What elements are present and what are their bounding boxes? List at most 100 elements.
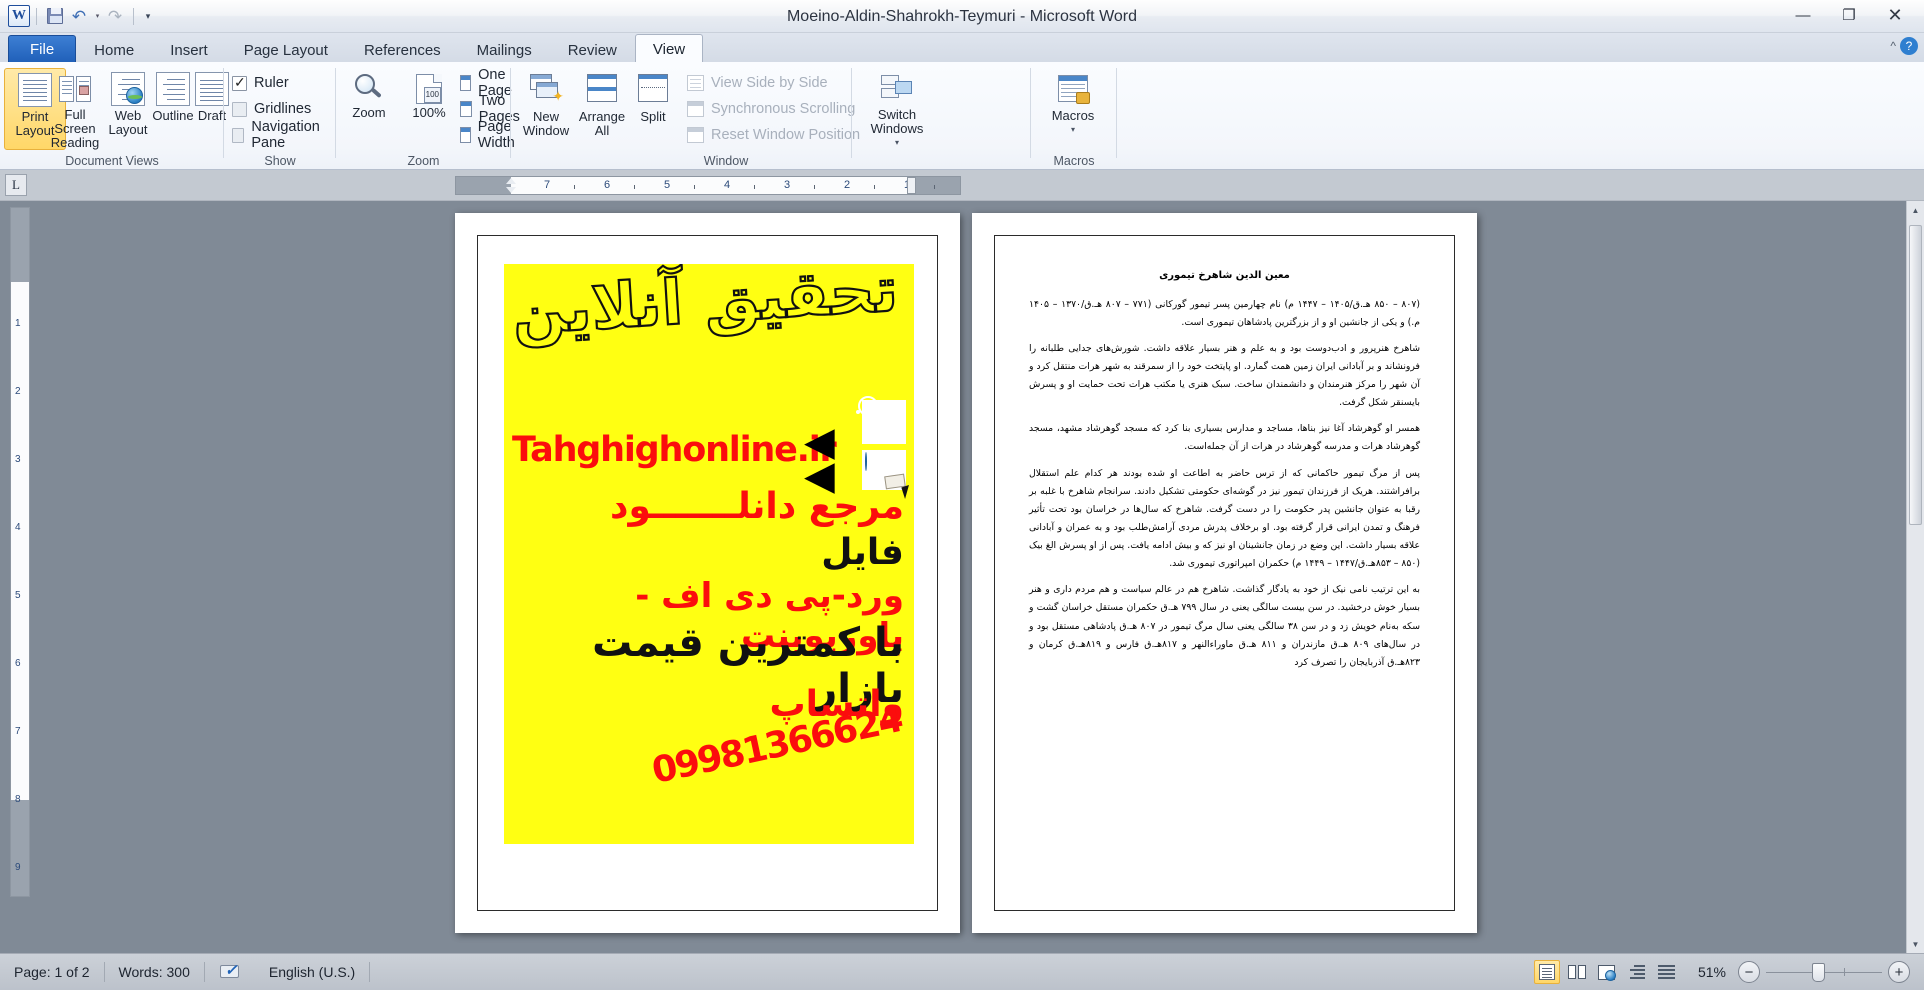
right-indent-marker[interactable] [907, 177, 916, 194]
switch-windows-label-line2: Windows [870, 121, 924, 136]
split-button[interactable]: Split [631, 68, 675, 150]
zoom-slider-track[interactable] [1766, 961, 1882, 983]
reset-window-position-button[interactable]: Reset Window Position [687, 124, 860, 145]
tab-review[interactable]: Review [550, 36, 635, 63]
vruler-number-7: 7 [15, 726, 21, 737]
tab-mailings[interactable]: Mailings [459, 36, 550, 63]
document-canvas: 1 2 3 4 5 6 7 8 9 تحقیق آنلاین Tahghigho… [0, 201, 1924, 953]
page-indicator[interactable]: Page: 1 of 2 [0, 960, 104, 984]
ad-line-1: مرجع دانلـــــــود [610, 486, 904, 527]
title-bar: W ↶ ▾ ↷ ▾ Moeino-Aldin-Shahrokh-Teymuri … [0, 0, 1924, 33]
macros-icon [1058, 75, 1090, 104]
document-paragraph: به این ترتیب نامی نیک از خود به یادگار گ… [1029, 584, 1421, 668]
scrollbar-thumb[interactable] [1909, 225, 1922, 525]
arrange-all-button[interactable]: Arrange All [573, 68, 631, 150]
navigation-pane-checkbox[interactable] [232, 127, 245, 143]
zoom-slider-thumb[interactable] [1812, 963, 1825, 982]
zoom-100-label: 100% [412, 105, 446, 120]
document-paragraph: پس از مرگ تیمور حاکمانی که از ترس حاضر ب… [1029, 467, 1420, 570]
scroll-up-button[interactable]: ▲ [1907, 201, 1924, 219]
zoom-out-button[interactable]: − [1738, 961, 1760, 983]
gridlines-checkbox[interactable] [232, 101, 247, 117]
status-bar: Page: 1 of 2 Words: 300 ✓ English (U.S.)… [0, 953, 1924, 990]
ruler-checkbox-row[interactable]: Ruler [232, 72, 289, 94]
switch-windows-button[interactable]: Switch Windows ▾ [861, 68, 933, 150]
page-1-border: تحقیق آنلاین Tahghighonline.ir ◀ ◀ مرجع … [477, 235, 938, 911]
full-screen-reading-button[interactable]: Full Screen Reading [44, 68, 106, 150]
ruler-number-6: 6 [604, 179, 611, 191]
document-paragraph: همسر او گوهرشاد آغا نیز بناها، مساجد و م… [1029, 423, 1420, 453]
minimize-button[interactable]: — [1780, 2, 1826, 28]
help-button[interactable]: ? [1900, 37, 1918, 55]
page-2-border: معین الدین شاهرخ تیموری (۸۰۷ – ۸۵۰ هـ.ق/… [994, 235, 1455, 911]
document-text-body[interactable]: معین الدین شاهرخ تیموری (۸۰۷ – ۸۵۰ هـ.ق/… [1029, 266, 1420, 880]
zoom-level-label[interactable]: 51% [1682, 964, 1738, 980]
zoom-100-badge: 100 [423, 87, 441, 103]
ribbon-group-show: Ruler Gridlines Navigation Pane Show [224, 62, 336, 170]
reset-window-position-label: Reset Window Position [711, 126, 861, 143]
macros-button[interactable]: Macros ▾ [1041, 68, 1105, 150]
gridlines-label: Gridlines [254, 101, 312, 117]
arrange-all-label-line1: Arrange [578, 109, 626, 124]
tab-insert[interactable]: Insert [152, 36, 226, 63]
vruler-number-2: 2 [15, 386, 21, 397]
ruler-checkbox[interactable] [232, 74, 247, 91]
window-title: Moeino-Aldin-Shahrokh-Teymuri - Microsof… [786, 8, 1138, 25]
web-layout-button[interactable]: Web Layout [102, 68, 154, 150]
scroll-down-button[interactable]: ▼ [1907, 935, 1924, 953]
document-page-2[interactable]: معین الدین شاهرخ تیموری (۸۰۷ – ۸۵۰ هـ.ق/… [972, 213, 1477, 933]
outline-view-icon [1628, 965, 1646, 979]
first-line-indent-marker[interactable] [506, 178, 516, 184]
gridlines-checkbox-row[interactable]: Gridlines [232, 98, 311, 120]
ribbon-group-zoom: Zoom 100 100% One Page Two Pages Page Wi… [336, 62, 519, 170]
web-layout-view-button[interactable] [1594, 960, 1620, 984]
collapse-ribbon-button[interactable]: ^ [1890, 39, 1896, 53]
website-icon [862, 450, 906, 490]
zoom-in-button[interactable]: + [1888, 961, 1910, 983]
vertical-ruler[interactable]: 1 2 3 4 5 6 7 8 9 [10, 207, 30, 897]
vertical-scrollbar[interactable]: ▲ ▼ [1906, 201, 1924, 953]
document-page-1[interactable]: تحقیق آنلاین Tahghighonline.ir ◀ ◀ مرجع … [455, 213, 960, 933]
outline-view-button[interactable] [1624, 960, 1650, 984]
language-indicator[interactable]: English (U.S.) [255, 960, 369, 984]
horizontal-ruler[interactable]: 7 6 5 4 3 2 1 [455, 176, 961, 195]
chevron-down-icon: ▾ [1070, 125, 1075, 134]
navigation-pane-label: Navigation Pane [251, 119, 320, 151]
ad-line-2: فایل [821, 532, 904, 573]
left-indent-marker[interactable] [506, 187, 516, 193]
page-100-icon: 100 [416, 74, 442, 104]
divider [369, 962, 371, 982]
status-bar-right: 51% − + [1532, 960, 1924, 984]
draft-label: Draft [197, 108, 227, 123]
proofing-status-button[interactable]: ✓ [205, 960, 255, 984]
close-button[interactable]: ✕ [1872, 2, 1918, 28]
arrange-all-label-line2: All [594, 123, 610, 138]
macros-label: Macros [1051, 108, 1095, 123]
zoom-label: Zoom [352, 105, 386, 120]
restore-button[interactable]: ❐ [1826, 2, 1872, 28]
view-side-by-side-button[interactable]: View Side by Side [687, 72, 828, 93]
new-window-button[interactable]: ✦ New Window [517, 68, 575, 150]
vruler-number-6: 6 [15, 658, 21, 669]
tab-references[interactable]: References [346, 36, 459, 63]
tab-home[interactable]: Home [76, 36, 152, 63]
vruler-number-4: 4 [15, 522, 21, 533]
tab-page-layout[interactable]: Page Layout [226, 36, 346, 63]
synchronous-scrolling-button[interactable]: Synchronous Scrolling [687, 98, 855, 119]
tab-stop-selector[interactable]: L [5, 174, 27, 196]
draft-view-button[interactable] [1654, 960, 1680, 984]
ruler-label: Ruler [254, 75, 289, 91]
full-screen-reading-view-button[interactable] [1564, 960, 1590, 984]
zoom-slider[interactable]: − + [1738, 961, 1910, 983]
print-layout-view-button[interactable] [1533, 960, 1560, 984]
word-count[interactable]: Words: 300 [105, 960, 204, 984]
tab-view[interactable]: View [634, 34, 704, 63]
outline-icon [156, 72, 190, 106]
tab-file[interactable]: File [8, 35, 77, 63]
ad-website-url: Tahghighonline.ir [512, 430, 837, 470]
advertisement-image[interactable]: تحقیق آنلاین Tahghighonline.ir ◀ ◀ مرجع … [504, 264, 914, 844]
zoom-dialog-button[interactable]: Zoom [338, 68, 400, 150]
web-layout-view-icon [1598, 964, 1617, 981]
zoom-100-button[interactable]: 100 100% [398, 68, 460, 150]
navigation-pane-checkbox-row[interactable]: Navigation Pane [232, 119, 336, 151]
